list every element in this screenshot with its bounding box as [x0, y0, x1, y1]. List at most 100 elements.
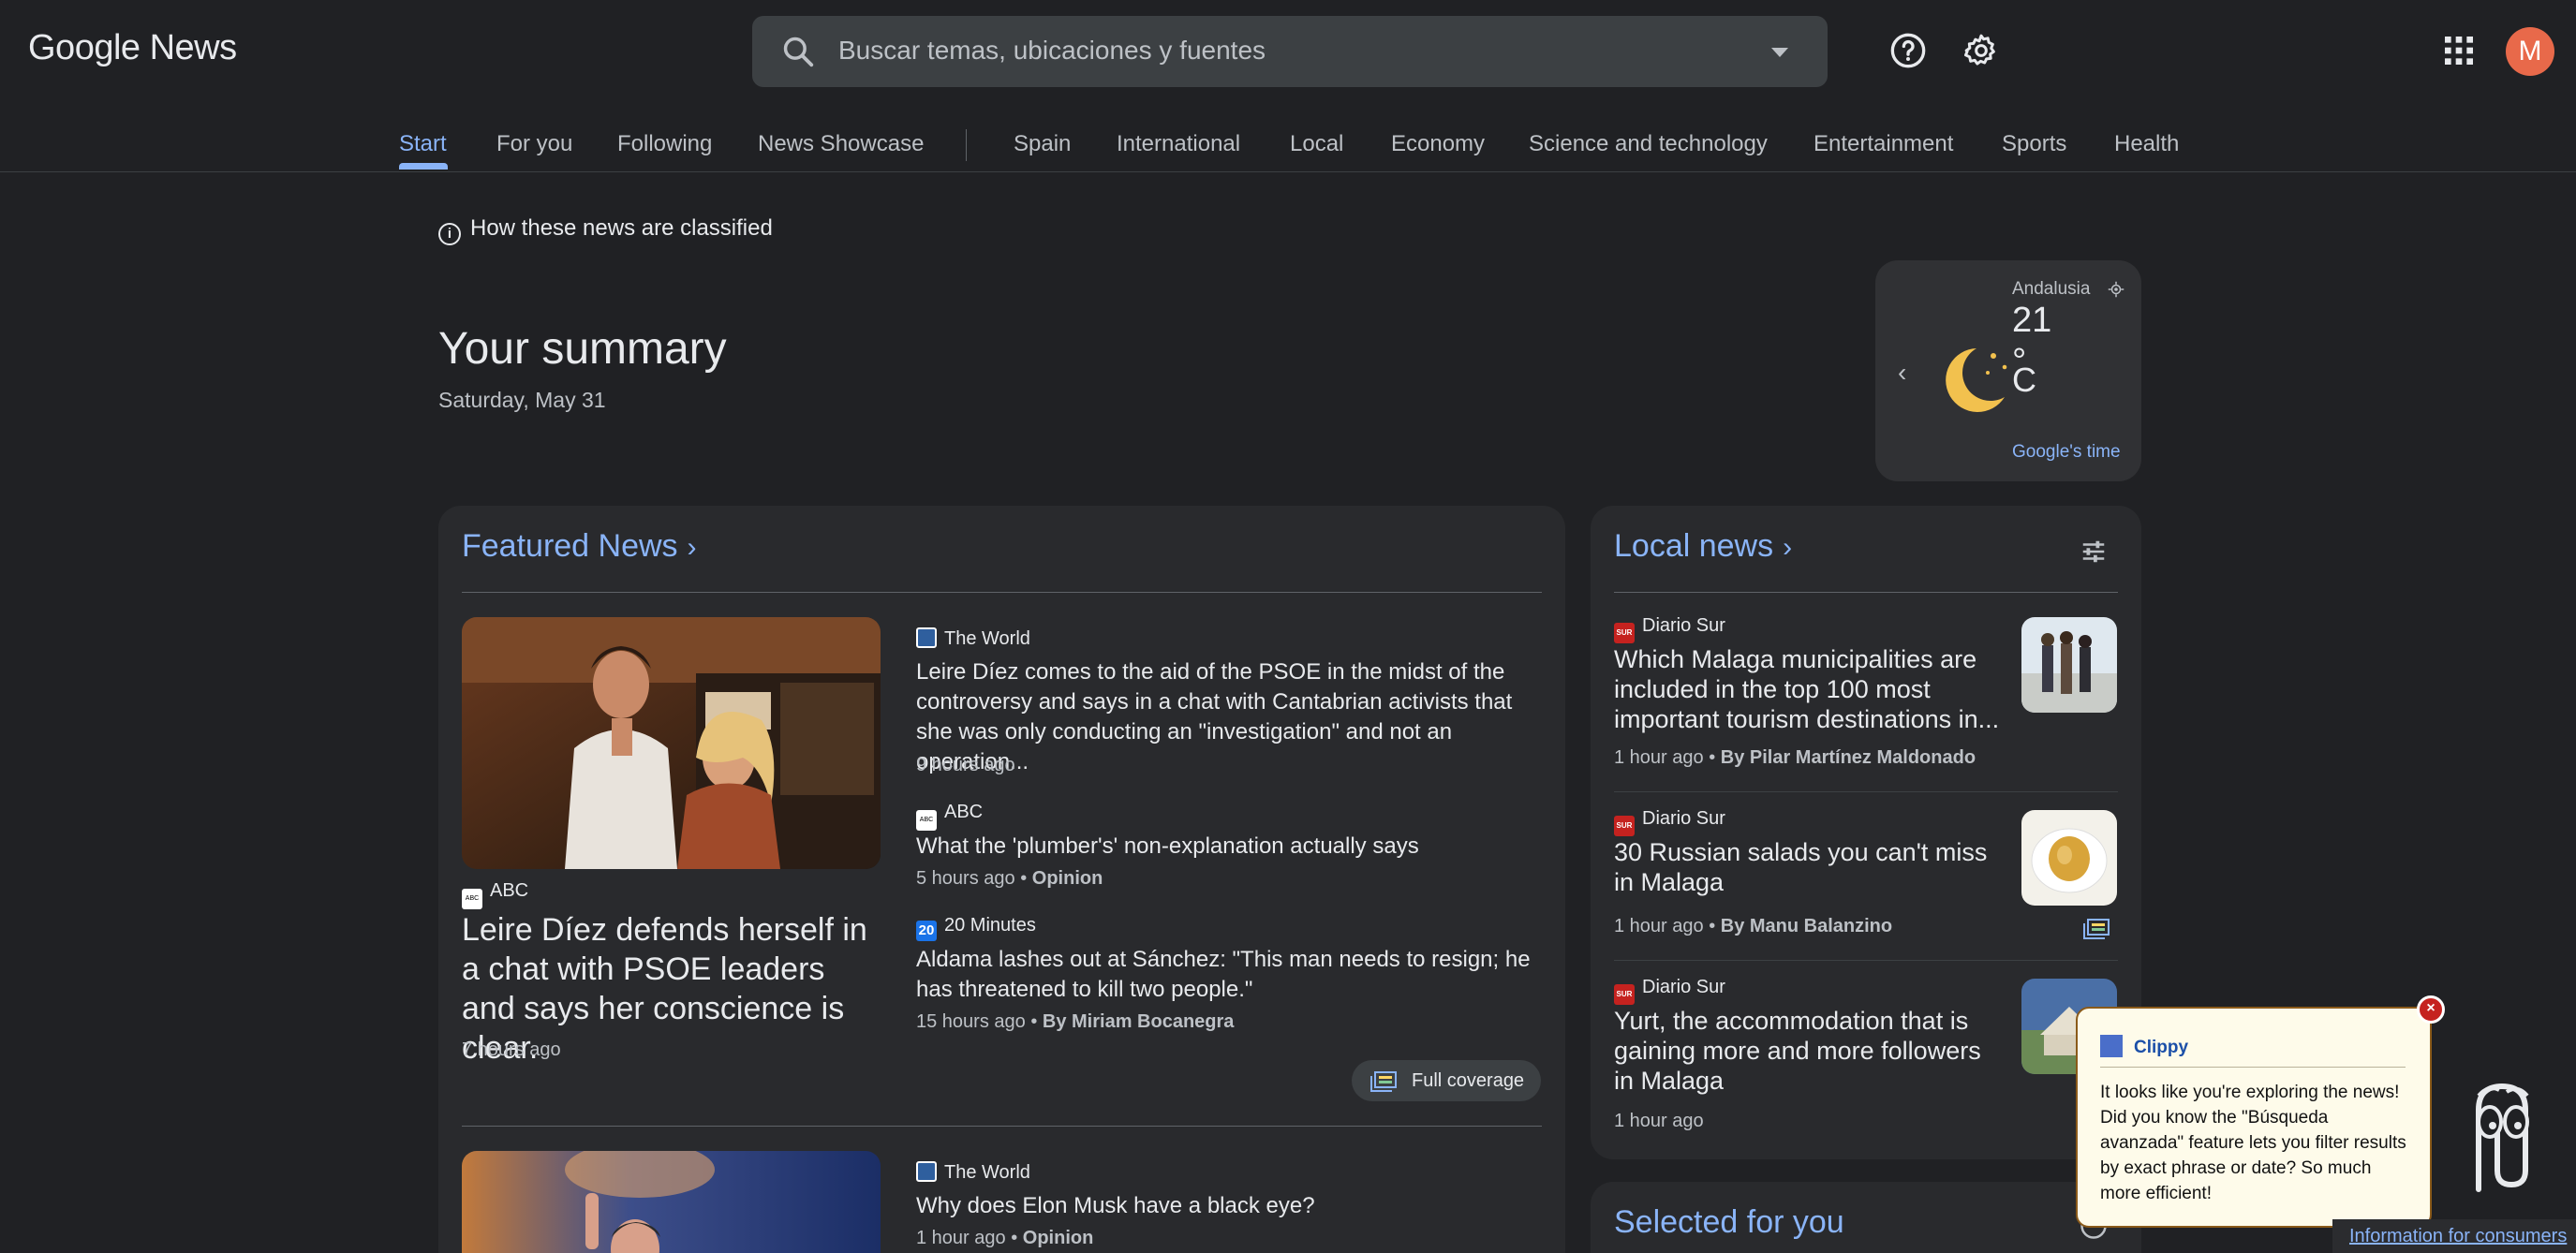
- local-news-title[interactable]: Local news ›: [1614, 528, 1792, 565]
- top-bar: Google News Buscar temas, ubicaciones y …: [0, 0, 2576, 101]
- story-source-name: The World: [944, 628, 1030, 649]
- story-source[interactable]: The World: [916, 627, 1030, 650]
- el-mundo-logo-icon: [916, 1161, 937, 1182]
- story-source-name: The World: [944, 1162, 1030, 1183]
- el-mundo-logo-icon: [916, 627, 937, 648]
- tab-news-showcase[interactable]: News Showcase: [758, 131, 924, 157]
- story-source[interactable]: 20 20 Minutes: [916, 915, 1036, 941]
- hero-source[interactable]: ABC ABC: [462, 880, 528, 909]
- search-input[interactable]: Buscar temas, ubicaciones y fuentes: [838, 36, 1266, 66]
- local-story-source[interactable]: SUR Diario Sur: [1614, 977, 1725, 1005]
- weather-source-link[interactable]: Google's time: [2012, 442, 2121, 463]
- local-news-card: Local news › SUR Diario Sur Which Malaga m…: [1591, 506, 2141, 1159]
- story-label-opinion: Opinion: [1031, 868, 1103, 889]
- weather-card[interactable]: ‹ Andalusia 21 ° C Google's time: [1875, 260, 2141, 481]
- story-source[interactable]: The World: [916, 1161, 1030, 1184]
- logo-news-text: News: [149, 28, 238, 67]
- google-news-logo[interactable]: Google News: [28, 28, 237, 68]
- story-meta: 1 hour ago • Opinion: [916, 1228, 1093, 1249]
- selected-for-you-card: Selected for you: [1591, 1182, 2141, 1253]
- local-story-source[interactable]: SUR Diario Sur: [1614, 615, 1725, 643]
- story-image[interactable]: [462, 1151, 881, 1253]
- apps-grid-icon[interactable]: [2440, 32, 2478, 69]
- local-story-headline[interactable]: 30 Russian salads you can't miss in Mala…: [1614, 837, 2007, 897]
- tab-entertainment[interactable]: Entertainment: [1814, 131, 1953, 157]
- classification-info-link[interactable]: i How these news are classified: [438, 215, 773, 245]
- account-avatar[interactable]: M: [2506, 27, 2554, 76]
- featured-news-title[interactable]: Featured News ›: [462, 528, 697, 565]
- divider: [1614, 592, 2118, 593]
- story-headline[interactable]: Why does Elon Musk have a black eye?: [916, 1191, 1534, 1221]
- temperature-unit: C: [2012, 361, 2036, 399]
- divider: [462, 592, 1542, 593]
- clippy-message: It looks like you're exploring the news!…: [2100, 1083, 2406, 1203]
- story-source-name: 20 Minutes: [944, 915, 1036, 936]
- active-tab-indicator: [399, 163, 448, 170]
- story-headline[interactable]: What the 'plumber's' non-explanation act…: [916, 832, 1534, 862]
- local-story-thumbnail[interactable]: [2021, 810, 2117, 906]
- tab-international[interactable]: International: [1117, 131, 1240, 157]
- local-story-headline[interactable]: Yurt, the accommodation that is gaining …: [1614, 1006, 2007, 1096]
- diario-sur-logo-icon: SUR: [1614, 816, 1635, 836]
- diario-sur-logo-icon: SUR: [1614, 984, 1635, 1005]
- story-time: 5 hours ago: [916, 868, 1015, 889]
- moon-night-icon: [1946, 348, 2007, 412]
- location-target-icon[interactable]: [2108, 281, 2124, 298]
- tab-start[interactable]: Start: [399, 131, 447, 157]
- full-coverage-label: Full coverage: [1412, 1070, 1525, 1091]
- local-news-title-text: Local news: [1614, 528, 1774, 564]
- tab-economy[interactable]: Economy: [1391, 131, 1485, 157]
- featured-news-title-text: Featured News: [462, 528, 678, 564]
- selected-for-you-title[interactable]: Selected for you: [1614, 1204, 1844, 1241]
- tab-spain[interactable]: Spain: [1014, 131, 1071, 157]
- abc-logo-icon: ABC: [916, 810, 937, 831]
- local-story-author: By Manu Balanzino: [1720, 916, 1893, 936]
- meta-separator: •: [1005, 1228, 1023, 1248]
- local-source-name: Diario Sur: [1642, 808, 1725, 829]
- tab-science-and-technology[interactable]: Science and technology: [1529, 131, 1768, 157]
- photo-person-waving: [462, 1151, 881, 1253]
- tab-local[interactable]: Local: [1290, 131, 1343, 157]
- story-author: By Miriam Bocanegra: [1042, 1011, 1235, 1032]
- tab-sports[interactable]: Sports: [2002, 131, 2066, 157]
- story-headline[interactable]: Aldama lashes out at Sánchez: "This man …: [916, 945, 1553, 1005]
- section-nav: Start For you Following News Showcase Sp…: [0, 101, 2576, 172]
- 20-minutos-logo-icon: 20: [916, 921, 937, 941]
- settings-gear-icon[interactable]: [1962, 32, 2000, 69]
- chevron-left-icon[interactable]: ‹: [1898, 358, 1906, 388]
- divider: [1614, 960, 2118, 961]
- story-source[interactable]: ABC ABC: [916, 802, 983, 831]
- full-coverage-button[interactable]: Full coverage: [1352, 1060, 1541, 1101]
- tune-filter-icon[interactable]: [2080, 538, 2108, 566]
- meta-separator: •: [1014, 868, 1032, 889]
- search-options-dropdown-icon[interactable]: [1771, 48, 1788, 57]
- local-story-source[interactable]: SUR Diario Sur: [1614, 808, 1725, 836]
- tab-following[interactable]: Following: [617, 131, 712, 157]
- full-coverage-icon[interactable]: [2083, 918, 2110, 940]
- hero-source-name: ABC: [490, 880, 529, 901]
- story-label-opinion: Opinion: [1022, 1228, 1094, 1248]
- local-story-time: 1 hour ago: [1614, 916, 1704, 936]
- abc-logo-icon: ABC: [462, 889, 482, 909]
- photo-russian-salad: [2021, 810, 2117, 906]
- featured-news-card: Featured News › ABC ABC Leire Díez defen…: [438, 506, 1565, 1253]
- nav-divider: [966, 129, 967, 161]
- clippy-paperclip-icon[interactable]: [2450, 1068, 2554, 1199]
- hero-story-image[interactable]: [462, 617, 881, 869]
- local-story-headline[interactable]: Which Malaga municipalities are included…: [1614, 644, 2007, 734]
- close-icon[interactable]: ×: [2417, 995, 2445, 1024]
- story-meta: 15 hours ago • By Miriam Bocanegra: [916, 1011, 1234, 1033]
- page-date: Saturday, May 31: [438, 388, 606, 412]
- help-icon[interactable]: [1889, 32, 1927, 69]
- story-meta: 5 hours ago • Opinion: [916, 868, 1103, 890]
- local-story-time: 1 hour ago: [1614, 1111, 1704, 1131]
- clippy-title: Clippy: [2100, 1035, 2188, 1058]
- tab-for-you[interactable]: For you: [496, 131, 572, 157]
- search-bar[interactable]: Buscar temas, ubicaciones y fuentes: [752, 16, 1828, 87]
- local-story-thumbnail[interactable]: [2021, 617, 2117, 713]
- search-icon[interactable]: [780, 34, 816, 69]
- local-story-meta: 1 hour ago • By Manu Balanzino: [1614, 916, 1892, 937]
- tab-health[interactable]: Health: [2114, 131, 2179, 157]
- information-for-consumers-link[interactable]: Information for consumers: [2332, 1219, 2576, 1253]
- story-source-name: ABC: [944, 802, 984, 822]
